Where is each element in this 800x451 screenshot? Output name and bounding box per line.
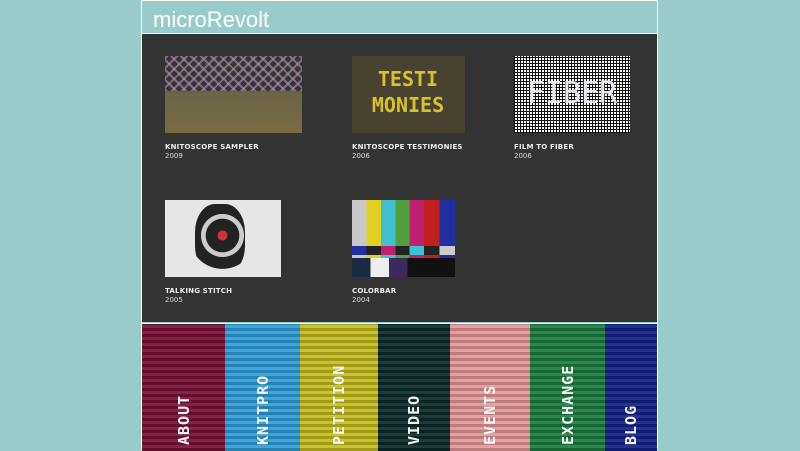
project-film-to-fiber[interactable]: FIBER FILM TO FIBER 2006 bbox=[514, 56, 630, 160]
project-thumbnail[interactable] bbox=[165, 200, 281, 277]
project-thumbnail[interactable]: TESTI MONIES bbox=[352, 56, 465, 133]
nav-petition[interactable]: PETITION bbox=[300, 324, 378, 451]
project-grid: KNITOSCOPE SAMPLER 2009 TESTI MONIES KNI… bbox=[142, 34, 657, 322]
nav-about[interactable]: ABOUT bbox=[142, 324, 225, 451]
nav-label[interactable]: EVENTS bbox=[481, 385, 499, 445]
project-title[interactable]: KNITOSCOPE SAMPLER bbox=[165, 143, 302, 151]
project-thumbnail[interactable] bbox=[352, 200, 455, 277]
project-thumbnail[interactable]: FIBER bbox=[514, 56, 630, 133]
project-title[interactable]: FILM TO FIBER bbox=[514, 143, 630, 151]
project-year: 2004 bbox=[352, 296, 370, 304]
project-title[interactable]: KNITOSCOPE TESTIMONIES bbox=[352, 143, 465, 151]
nav-blog[interactable]: BLOG bbox=[605, 324, 657, 451]
project-talking-stitch[interactable]: TALKING STITCH 2005 bbox=[165, 200, 281, 304]
nav-label[interactable]: VIDEO bbox=[405, 395, 423, 445]
site-header: microRevolt bbox=[142, 0, 657, 34]
nav-label[interactable]: PETITION bbox=[330, 365, 348, 445]
thumbnail-text: TESTI MONIES bbox=[371, 67, 445, 117]
project-year: 2005 bbox=[165, 296, 183, 304]
project-year: 2009 bbox=[165, 152, 183, 160]
site-title[interactable]: microRevolt bbox=[153, 7, 269, 33]
nav-label[interactable]: BLOG bbox=[622, 405, 640, 445]
nav-exchange[interactable]: EXCHANGE bbox=[530, 324, 605, 451]
page-container: microRevolt KNITOSCOPE SAMPLER 2009 TEST… bbox=[141, 0, 658, 451]
nav-label[interactable]: KNITPRO bbox=[254, 375, 272, 445]
project-thumbnail[interactable] bbox=[165, 56, 302, 133]
project-title[interactable]: TALKING STITCH bbox=[165, 287, 281, 295]
project-title[interactable]: COLORBAR bbox=[352, 287, 455, 295]
main-navigation: ABOUT KNITPRO PETITION VIDEO EVENTS EXCH… bbox=[142, 323, 657, 451]
project-knitoscope-sampler[interactable]: KNITOSCOPE SAMPLER 2009 bbox=[165, 56, 302, 160]
project-colorbar[interactable]: COLORBAR 2004 bbox=[352, 200, 455, 304]
nav-label[interactable]: EXCHANGE bbox=[559, 365, 577, 445]
nav-events[interactable]: EVENTS bbox=[450, 324, 530, 451]
project-year: 2006 bbox=[352, 152, 370, 160]
thumbnail-text: FIBER bbox=[526, 76, 618, 111]
project-year: 2006 bbox=[514, 152, 532, 160]
nav-video[interactable]: VIDEO bbox=[378, 324, 450, 451]
nav-knitpro[interactable]: KNITPRO bbox=[225, 324, 300, 451]
project-knitoscope-testimonies[interactable]: TESTI MONIES KNITOSCOPE TESTIMONIES 2006 bbox=[352, 56, 465, 160]
nav-label[interactable]: ABOUT bbox=[175, 395, 193, 445]
